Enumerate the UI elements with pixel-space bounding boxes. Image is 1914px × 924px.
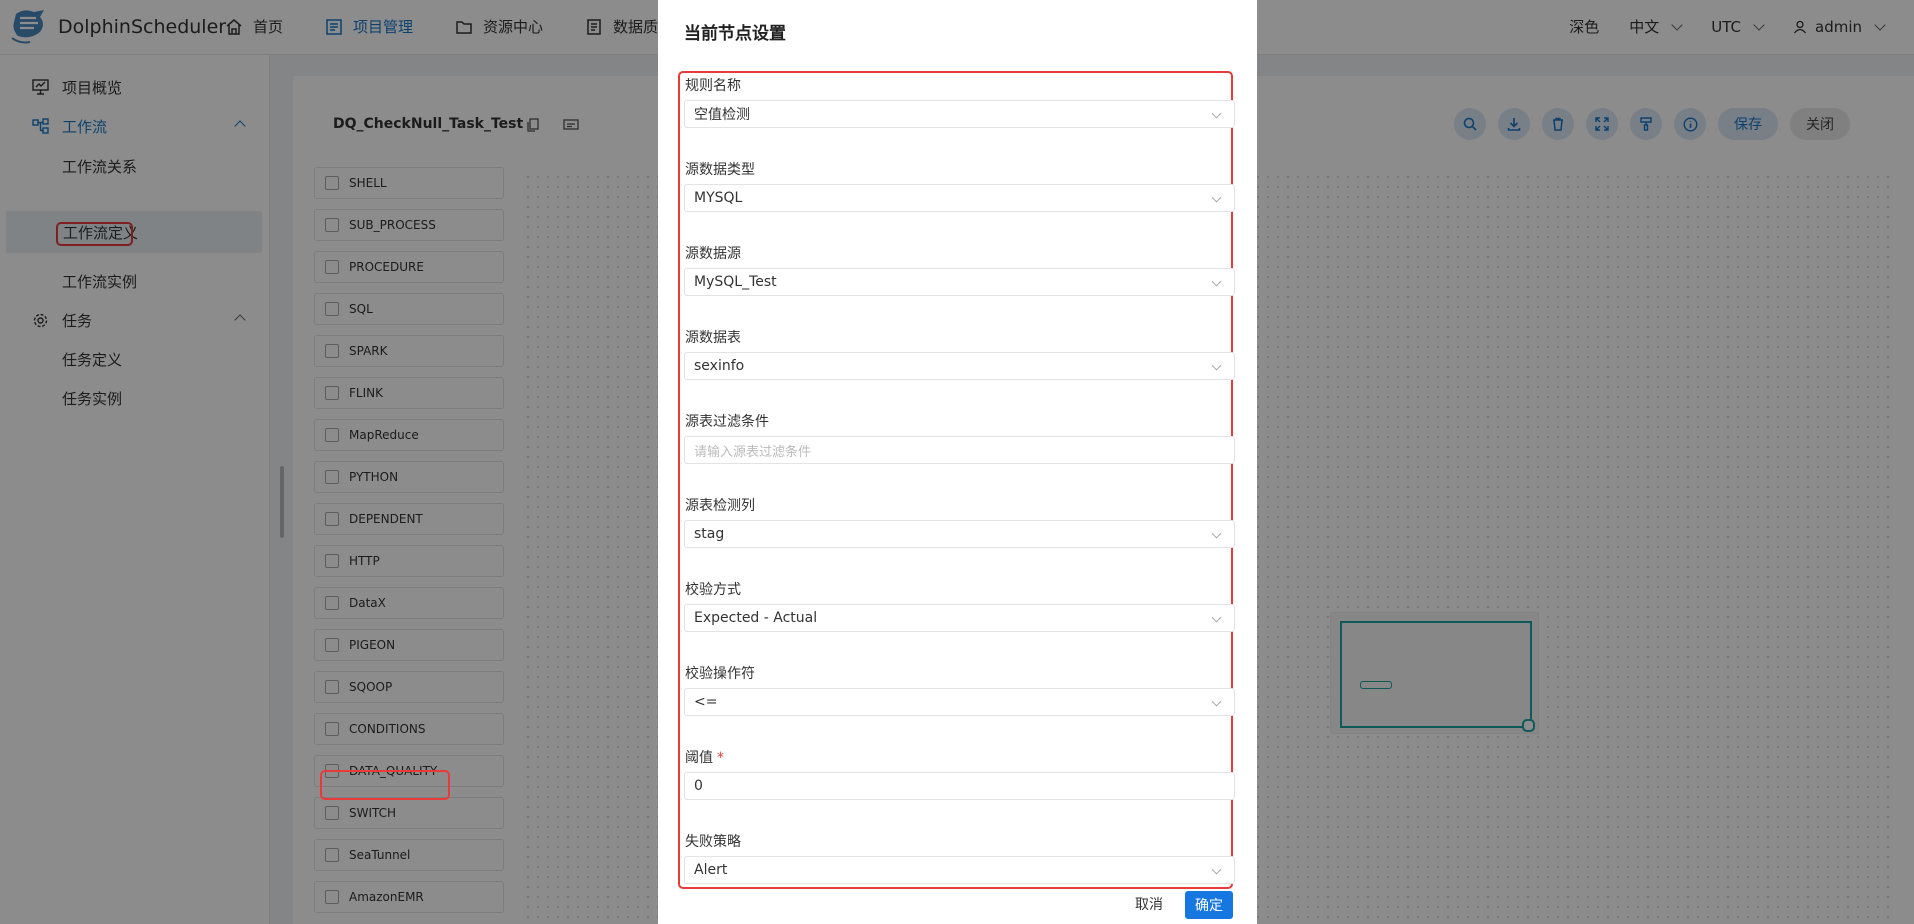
- field-label: 源表过滤条件: [685, 411, 769, 431]
- chevron-down-icon: [1211, 612, 1222, 623]
- select-field[interactable]: Alert: [684, 856, 1235, 884]
- field-value: Alert: [694, 862, 728, 878]
- field-label-text: 规则名称: [685, 78, 741, 94]
- field-label-text: 阈值: [685, 750, 713, 766]
- field-label: 源数据类型: [685, 159, 755, 179]
- text-input[interactable]: 请输入源表过滤条件: [684, 436, 1235, 464]
- text-input[interactable]: 0: [684, 772, 1235, 800]
- field-value: MySQL_Test: [694, 274, 777, 290]
- field-label-text: 源表检测列: [685, 498, 755, 514]
- chevron-down-icon: [1211, 192, 1222, 203]
- field-value: stag: [694, 526, 725, 542]
- chevron-down-icon: [1211, 360, 1222, 371]
- select-field[interactable]: sexinfo: [684, 352, 1235, 380]
- chevron-down-icon: [1211, 864, 1222, 875]
- select-field[interactable]: Expected - Actual: [684, 604, 1235, 632]
- field-label-text: 源数据类型: [685, 162, 755, 178]
- node-settings-drawer: 当前节点设置 规则名称空值检测源数据类型 MYSQL 源数据源 MySQL_Test 源…: [658, 0, 1257, 924]
- field-value: 0: [694, 778, 703, 794]
- field-label: 失败策略: [685, 831, 741, 851]
- field-label: 源数据表: [685, 327, 741, 347]
- input-placeholder: 请输入源表过滤条件: [694, 444, 812, 460]
- field-label: 校验操作符: [685, 663, 755, 683]
- field-value: MYSQL: [694, 190, 743, 206]
- field-value: 空值检测: [694, 107, 750, 123]
- field-value: sexinfo: [694, 358, 745, 374]
- field-label: 源数据源: [685, 243, 741, 263]
- select-field[interactable]: 空值检测: [684, 100, 1235, 128]
- modal-title: 当前节点设置: [684, 24, 786, 44]
- field-label-text: 源表过滤条件: [685, 414, 769, 430]
- chevron-down-icon: [1211, 696, 1222, 707]
- select-field[interactable]: MySQL_Test: [684, 268, 1235, 296]
- field-label: 规则名称: [685, 75, 741, 95]
- select-field[interactable]: stag: [684, 520, 1235, 548]
- cancel-button[interactable]: 取消: [1135, 894, 1163, 914]
- field-label-text: 校验操作符: [685, 666, 755, 682]
- field-label-text: 源数据表: [685, 330, 741, 346]
- field-label: 校验方式: [685, 579, 741, 599]
- chevron-down-icon: [1211, 276, 1222, 287]
- chevron-down-icon: [1211, 528, 1222, 539]
- select-field[interactable]: MYSQL: [684, 184, 1235, 212]
- field-label: 阈值 *: [685, 747, 724, 767]
- field-label-text: 校验方式: [685, 582, 741, 598]
- field-label-text: 失败策略: [685, 834, 741, 850]
- field-label-text: 源数据源: [685, 246, 741, 262]
- required-mark: *: [717, 750, 724, 766]
- field-label: 源表检测列: [685, 495, 755, 515]
- highlight-box: [320, 770, 450, 800]
- confirm-button[interactable]: 确定: [1185, 891, 1233, 919]
- field-value: Expected - Actual: [694, 610, 818, 626]
- field-value: <=: [694, 694, 718, 710]
- chevron-down-icon: [1211, 108, 1222, 119]
- select-field[interactable]: <=: [684, 688, 1235, 716]
